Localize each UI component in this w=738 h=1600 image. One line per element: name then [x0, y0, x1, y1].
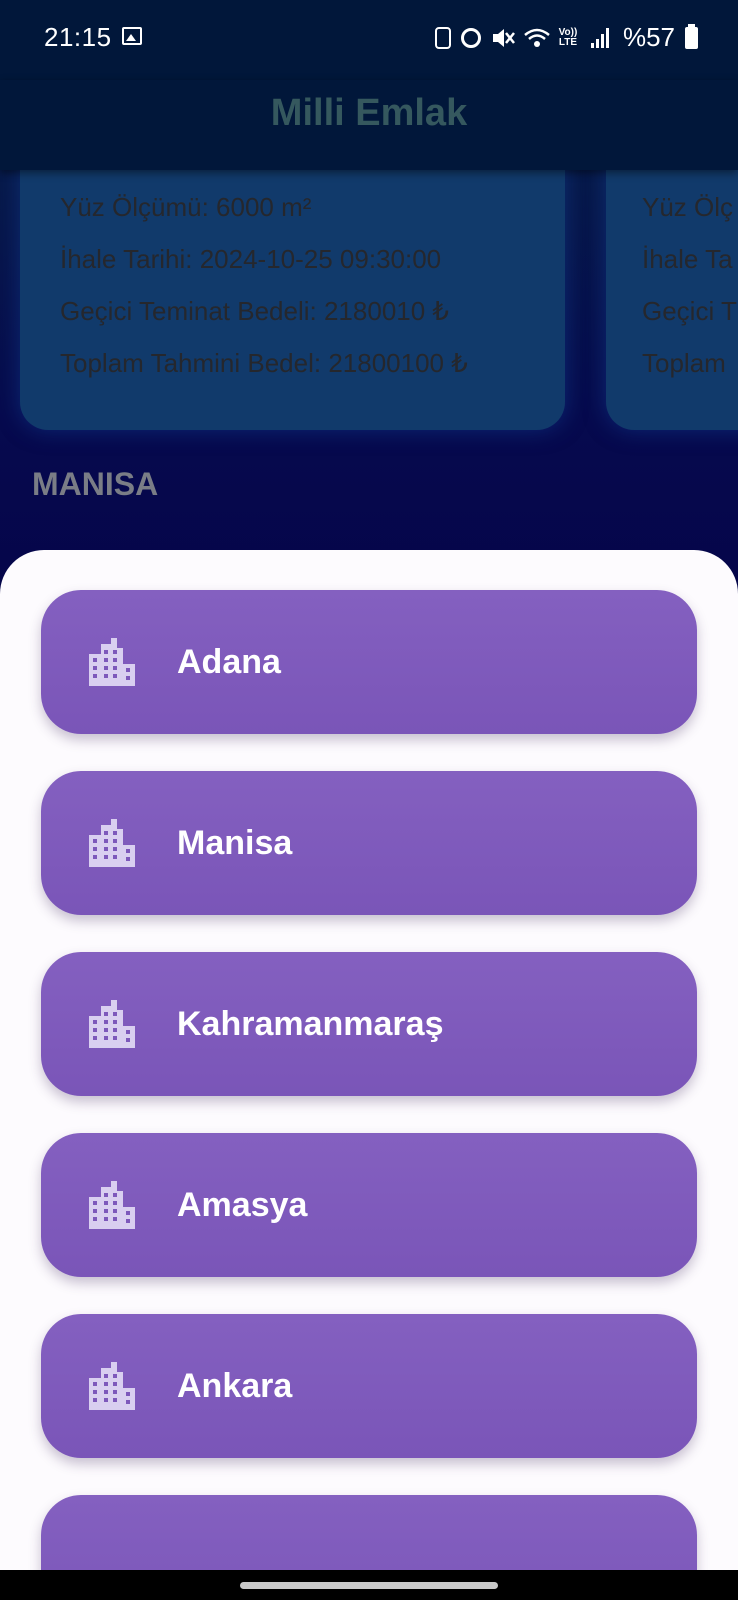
city-label: Kahramanmaraş — [177, 1004, 444, 1043]
city-label: Manisa — [177, 823, 293, 862]
estimated-total-text: Toplam — [642, 348, 726, 378]
city-label: Ankara — [177, 1366, 293, 1405]
section-title: MANISA — [32, 466, 159, 502]
app-title: Milli Emlak — [270, 92, 468, 134]
status-icons: Vo)) LTE %57 — [434, 22, 698, 53]
gallery-notification-icon — [122, 27, 142, 45]
city-button-amasya[interactable]: Amasya — [41, 1133, 697, 1277]
area-text: Yüz Ölç — [642, 192, 734, 222]
wifi-icon — [523, 27, 550, 49]
temporary-guarantee-text: Geçici Teminat Bedeli: 2180010 ₺ — [60, 296, 449, 326]
city-button-adana[interactable]: Adana — [41, 590, 697, 734]
building-icon — [89, 819, 135, 867]
battery-saver-icon — [434, 26, 451, 49]
area-text: Yüz Ölçümü: 6000 m² — [60, 192, 312, 222]
city-label: Adana — [177, 642, 281, 681]
signal-icon — [590, 27, 613, 48]
alarm-icon — [460, 27, 481, 48]
status-bar: 21:15 Vo)) LTE %57 — [0, 0, 738, 80]
city-button-ankara[interactable]: Ankara — [41, 1314, 697, 1458]
mute-icon — [491, 27, 515, 49]
city-label: Amasya — [177, 1185, 308, 1224]
battery-percent: %57 — [622, 22, 675, 52]
home-gesture-handle[interactable] — [240, 1582, 498, 1589]
building-icon — [89, 1000, 135, 1048]
temporary-guarantee-text: Geçici T — [642, 296, 737, 326]
city-button-manisa[interactable]: Manisa — [41, 771, 697, 915]
navigation-bar — [0, 1570, 738, 1600]
city-button-kahramanmaras[interactable]: Kahramanmaraş — [41, 952, 697, 1096]
building-icon — [89, 1181, 135, 1229]
lte-indicator: Vo)) LTE — [558, 26, 578, 48]
app-bar: Milli Emlak — [0, 80, 738, 170]
building-icon — [89, 638, 135, 686]
status-time: 21:15 — [44, 22, 112, 52]
screen: 21:15 Vo)) LTE %57 Milli Emlak Yüz Ölçüm… — [0, 0, 738, 1600]
estimated-total-text: Toplam Tahmini Bedel: 21800100 ₺ — [60, 348, 468, 378]
auction-date-text: İhale Ta — [642, 244, 733, 274]
auction-date-text: İhale Tarihi: 2024-10-25 09:30:00 — [60, 244, 442, 274]
city-bottom-sheet: Adana Manisa Kahramanmaraş Amasya Ankara — [0, 550, 738, 1600]
building-icon — [89, 1362, 135, 1410]
battery-icon — [685, 23, 698, 49]
